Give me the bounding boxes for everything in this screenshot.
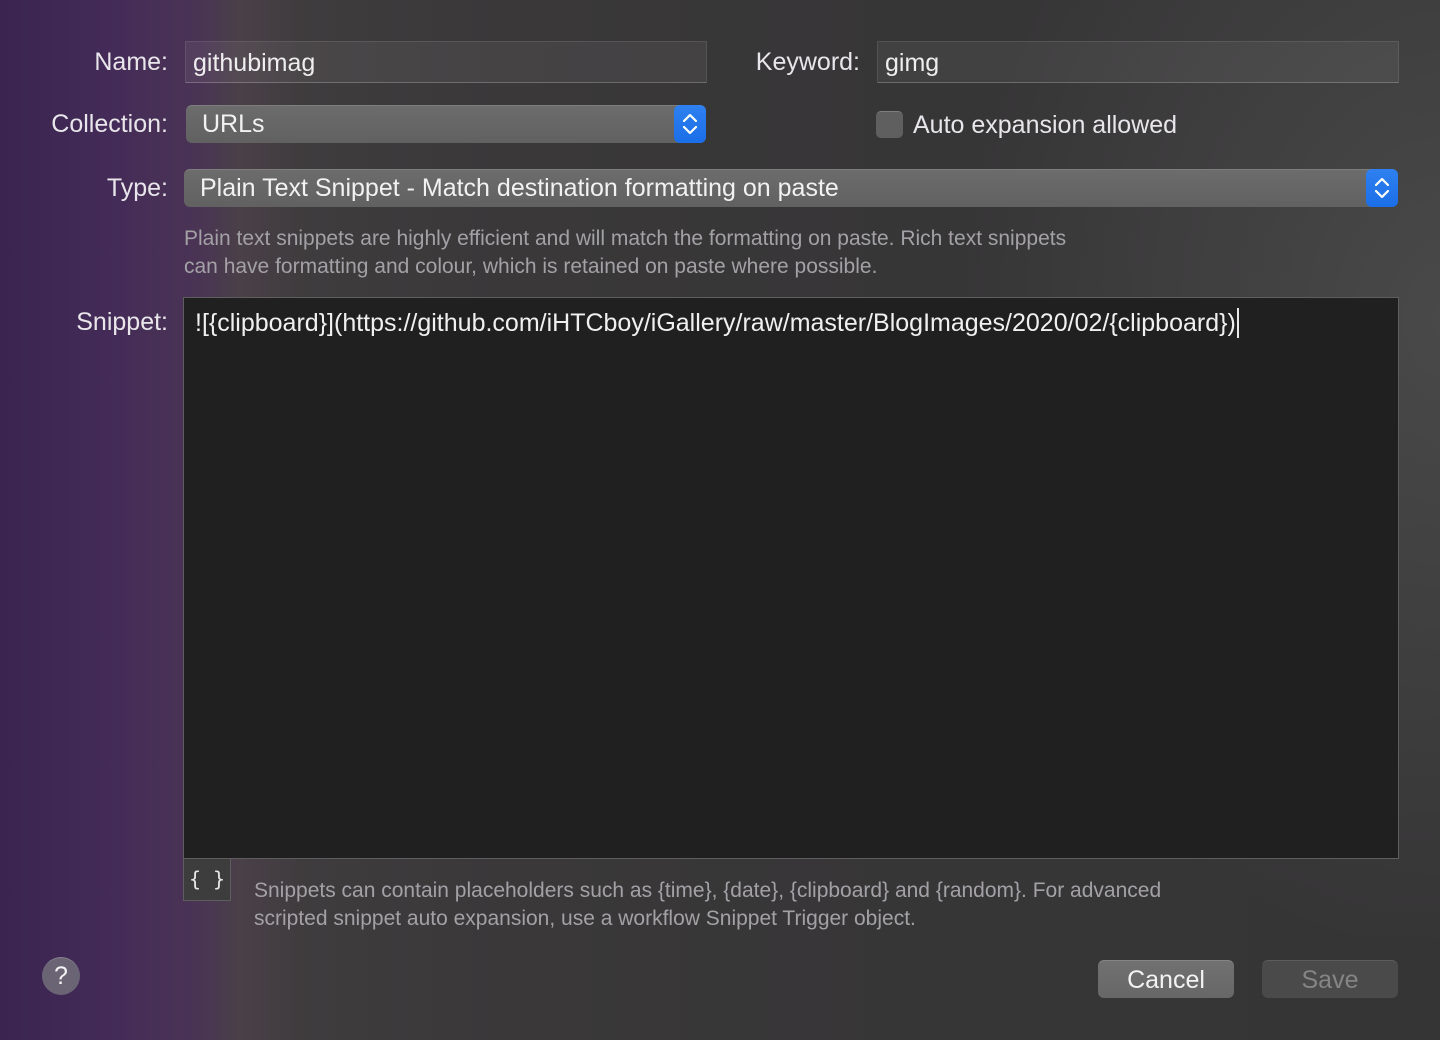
type-help-line: Plain text snippets are highly efficient… xyxy=(184,227,1067,250)
type-popup-value: Plain Text Snippet - Match destination f… xyxy=(200,174,839,202)
keyword-label: Keyword: xyxy=(755,48,860,76)
snippet-editor-sheet: Name: githubimag Keyword: gimg Collectio… xyxy=(0,0,1440,1040)
snippet-help-line: Snippets can contain placeholders such a… xyxy=(254,879,1162,902)
snippet-label: Snippet: xyxy=(76,308,168,336)
type-popup[interactable]: Plain Text Snippet - Match destination f… xyxy=(184,169,1398,207)
collection-popup[interactable]: URLs xyxy=(186,105,706,143)
save-button[interactable]: Save xyxy=(1262,960,1398,998)
auto-expansion-checkbox[interactable] xyxy=(876,111,903,138)
cancel-button[interactable]: Cancel xyxy=(1098,960,1234,998)
type-label: Type: xyxy=(106,174,168,202)
help-button[interactable]: ? xyxy=(42,957,80,995)
type-help-line: can have formatting and colour, which is… xyxy=(184,255,878,278)
chevron-up-down-icon xyxy=(674,105,706,143)
name-field[interactable]: githubimag xyxy=(185,41,707,83)
snippet-help-line: scripted snippet auto expansion, use a w… xyxy=(254,907,916,930)
question-mark-icon: ? xyxy=(54,962,68,990)
snippet-text: ![{clipboard}](https://github.com/iHTCbo… xyxy=(195,309,1236,337)
auto-expansion-label: Auto expansion allowed xyxy=(913,111,1178,139)
chevron-up-down-icon xyxy=(1366,169,1398,207)
keyword-field[interactable]: gimg xyxy=(877,41,1399,83)
collection-popup-value: URLs xyxy=(202,110,265,138)
name-label: Name: xyxy=(94,48,168,76)
snippet-textarea[interactable]: ![{clipboard}](https://github.com/iHTCbo… xyxy=(183,297,1399,859)
collection-label: Collection: xyxy=(51,110,168,138)
text-caret xyxy=(1236,308,1239,338)
snippet-help-text: Snippets can contain placeholders such a… xyxy=(254,877,1161,933)
type-help-text: Plain text snippets are highly efficient… xyxy=(184,225,1066,281)
placeholders-button[interactable]: { } xyxy=(183,859,231,901)
